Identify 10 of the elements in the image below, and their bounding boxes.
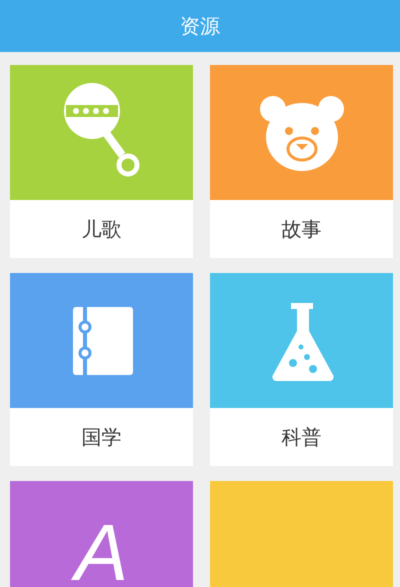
category-tile[interactable] xyxy=(210,273,393,408)
category-label[interactable]: 国学 xyxy=(82,424,122,450)
category-tile[interactable] xyxy=(10,65,193,200)
category-label[interactable]: 科普 xyxy=(282,424,322,450)
page-title: 资源 xyxy=(180,12,220,40)
category-tile[interactable] xyxy=(10,273,193,408)
category-tile[interactable] xyxy=(210,481,393,587)
category-label[interactable]: 故事 xyxy=(282,216,322,242)
category-label[interactable]: 儿歌 xyxy=(82,216,122,242)
category-tile[interactable] xyxy=(210,65,393,200)
